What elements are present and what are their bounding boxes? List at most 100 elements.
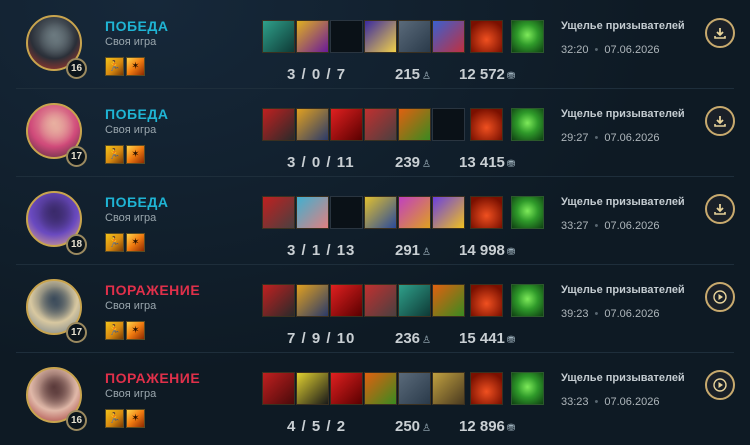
item-build <box>262 372 544 405</box>
match-row[interactable]: 17 ПОРАЖЕНИЕ Своя игра 🏃 ✶ 7 / 9 / 10 23… <box>0 265 750 353</box>
item-icon[interactable] <box>262 20 295 53</box>
replay-button[interactable] <box>705 370 735 400</box>
item-icon[interactable] <box>330 108 363 141</box>
ghost-spell-icon[interactable]: 🏃 <box>105 321 124 340</box>
trinket-icon[interactable] <box>470 20 503 53</box>
match-row[interactable]: 17 ПОБЕДА Своя игра 🏃 ✶ 3 / 0 / 11 239 ♙ … <box>0 89 750 177</box>
gold-earned: 13 415 ⛃ <box>459 154 515 171</box>
item-icon[interactable] <box>364 196 397 229</box>
ignite-spell-icon[interactable]: ✶ <box>126 233 145 252</box>
map-name: Ущелье призывателей <box>561 372 685 384</box>
item-icon[interactable] <box>262 372 295 405</box>
cs-value: 239 <box>395 154 421 171</box>
creep-score: 236 ♙ <box>395 330 431 347</box>
item-icon[interactable] <box>364 108 397 141</box>
item-icon[interactable] <box>296 108 329 141</box>
item-icon[interactable] <box>262 284 295 317</box>
match-result: ПОБЕДА <box>105 194 169 210</box>
download-icon <box>713 26 727 40</box>
kda-score: 3 / 1 / 13 <box>287 242 356 259</box>
map-name: Ущелье призывателей <box>561 284 685 296</box>
download-icon <box>713 114 727 128</box>
trinket-icon[interactable] <box>470 372 503 405</box>
item-icon[interactable] <box>330 372 363 405</box>
item-icon[interactable] <box>262 108 295 141</box>
item-icon[interactable] <box>296 372 329 405</box>
replay-icon <box>712 289 728 305</box>
item-icon[interactable] <box>398 196 431 229</box>
map-name: Ущелье призывателей <box>561 108 685 120</box>
ward-icon[interactable] <box>511 20 544 53</box>
champion-level-badge: 18 <box>66 234 87 255</box>
item-build <box>262 284 544 317</box>
item-icon[interactable] <box>432 284 465 317</box>
item-slot-empty <box>432 108 465 141</box>
item-icon[interactable] <box>296 20 329 53</box>
match-time: 32:20 • 07.06.2026 <box>561 44 659 56</box>
summoner-spells: 🏃 ✶ <box>105 321 145 340</box>
gold-value: 12 896 <box>459 418 505 435</box>
match-row[interactable]: 16 ПОБЕДА Своя игра 🏃 ✶ 3 / 0 / 7 215 ♙ 1… <box>0 1 750 89</box>
match-row[interactable]: 16 ПОРАЖЕНИЕ Своя игра 🏃 ✶ 4 / 5 / 2 250… <box>0 353 750 441</box>
download-button[interactable] <box>705 18 735 48</box>
replay-button[interactable] <box>705 282 735 312</box>
ignite-spell-icon[interactable]: ✶ <box>126 145 145 164</box>
trinket-icon[interactable] <box>470 284 503 317</box>
kda-score: 4 / 5 / 2 <box>287 418 347 435</box>
ignite-spell-icon[interactable]: ✶ <box>126 321 145 340</box>
ghost-spell-icon[interactable]: 🏃 <box>105 409 124 428</box>
champion-level-badge: 17 <box>66 322 87 343</box>
trinket-icon[interactable] <box>470 108 503 141</box>
item-icon[interactable] <box>330 284 363 317</box>
match-time: 33:23 • 07.06.2026 <box>561 396 659 408</box>
item-icon[interactable] <box>262 196 295 229</box>
gold-coins-icon: ⛃ <box>506 335 516 346</box>
kda-score: 3 / 0 / 7 <box>287 66 347 83</box>
item-icon[interactable] <box>432 20 465 53</box>
ignite-spell-icon[interactable]: ✶ <box>126 57 145 76</box>
ghost-spell-icon[interactable]: 🏃 <box>105 57 124 76</box>
item-icon[interactable] <box>398 372 431 405</box>
item-slot-empty <box>330 196 363 229</box>
map-name: Ущелье призывателей <box>561 196 685 208</box>
match-row[interactable]: 18 ПОБЕДА Своя игра 🏃 ✶ 3 / 1 / 13 291 ♙ … <box>0 177 750 265</box>
ward-icon[interactable] <box>511 196 544 229</box>
match-time: 29:27 • 07.06.2026 <box>561 132 659 144</box>
item-icon[interactable] <box>398 20 431 53</box>
game-mode: Своя игра <box>105 124 157 136</box>
item-icon[interactable] <box>364 372 397 405</box>
item-icon[interactable] <box>364 284 397 317</box>
item-icon[interactable] <box>296 196 329 229</box>
champion-level-badge: 16 <box>66 58 87 79</box>
game-mode: Своя игра <box>105 36 157 48</box>
download-button[interactable] <box>705 194 735 224</box>
download-icon <box>713 202 727 216</box>
cs-value: 291 <box>395 242 421 259</box>
ward-icon[interactable] <box>511 372 544 405</box>
ghost-spell-icon[interactable]: 🏃 <box>105 145 124 164</box>
trinket-icon[interactable] <box>470 196 503 229</box>
ward-icon[interactable] <box>511 284 544 317</box>
match-duration: 32:20 <box>561 44 589 56</box>
item-icon[interactable] <box>398 284 431 317</box>
item-build <box>262 196 544 229</box>
gold-earned: 14 998 ⛃ <box>459 242 515 259</box>
ward-icon[interactable] <box>511 108 544 141</box>
cs-value: 215 <box>395 66 421 83</box>
download-button[interactable] <box>705 106 735 136</box>
match-result: ПОРАЖЕНИЕ <box>105 370 201 386</box>
item-icon[interactable] <box>364 20 397 53</box>
cs-value: 250 <box>395 418 421 435</box>
item-icon[interactable] <box>296 284 329 317</box>
minion-icon: ♙ <box>422 159 431 170</box>
ghost-spell-icon[interactable]: 🏃 <box>105 233 124 252</box>
item-icon[interactable] <box>432 372 465 405</box>
ignite-spell-icon[interactable]: ✶ <box>126 409 145 428</box>
gold-value: 12 572 <box>459 66 505 83</box>
item-icon[interactable] <box>398 108 431 141</box>
item-icon[interactable] <box>432 196 465 229</box>
match-result: ПОБЕДА <box>105 18 169 34</box>
champion-level-badge: 17 <box>66 146 87 167</box>
minion-icon: ♙ <box>422 247 431 258</box>
minion-icon: ♙ <box>422 335 431 346</box>
